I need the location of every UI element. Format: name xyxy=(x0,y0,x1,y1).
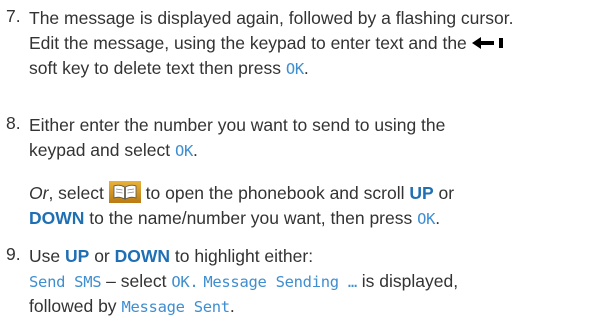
step-7-line-3: soft key to delete text then press OK. xyxy=(29,58,309,78)
message-sent-status: Message Sent xyxy=(121,298,230,316)
down-key-label: DOWN xyxy=(114,246,171,266)
step-7-line-2: Edit the message, using the keypad to en… xyxy=(29,31,604,56)
up-key-label: UP xyxy=(409,183,434,203)
ok-softkey-label: OK xyxy=(285,60,304,78)
step-8-line-2: keypad and select OK. xyxy=(29,140,198,160)
step-number: 7. xyxy=(6,6,21,26)
ok-softkey-label: OK xyxy=(174,142,194,160)
message-sending-status: Message Sending … xyxy=(203,273,357,291)
step-number: 9. xyxy=(6,244,21,264)
send-sms-option: Send SMS xyxy=(29,273,102,291)
up-key-label: UP xyxy=(65,246,90,266)
down-key-label: DOWN xyxy=(29,208,85,228)
ok-softkey-label: OK xyxy=(171,273,190,291)
step-8-line-3: Or, select to open the phonebook and scr… xyxy=(29,181,455,204)
step-9-line-1: Use UP or DOWN to highlight either: xyxy=(29,246,314,266)
step-8-line-1: Either enter the number you want to send… xyxy=(29,115,446,135)
step-9-line-3: followed by Message Sent. xyxy=(29,296,235,316)
step-7-line-1: The message is displayed again, followed… xyxy=(29,8,514,28)
step-number: 8. xyxy=(6,113,21,133)
step-8-line-4: DOWN to the name/number you want, then p… xyxy=(29,208,441,228)
step-9-line-2: Send SMS – select OK. Message Sending … … xyxy=(29,271,459,291)
ok-softkey-label: OK xyxy=(417,210,436,228)
left-arrow-delete-icon xyxy=(471,36,503,49)
phonebook-icon xyxy=(108,181,141,204)
